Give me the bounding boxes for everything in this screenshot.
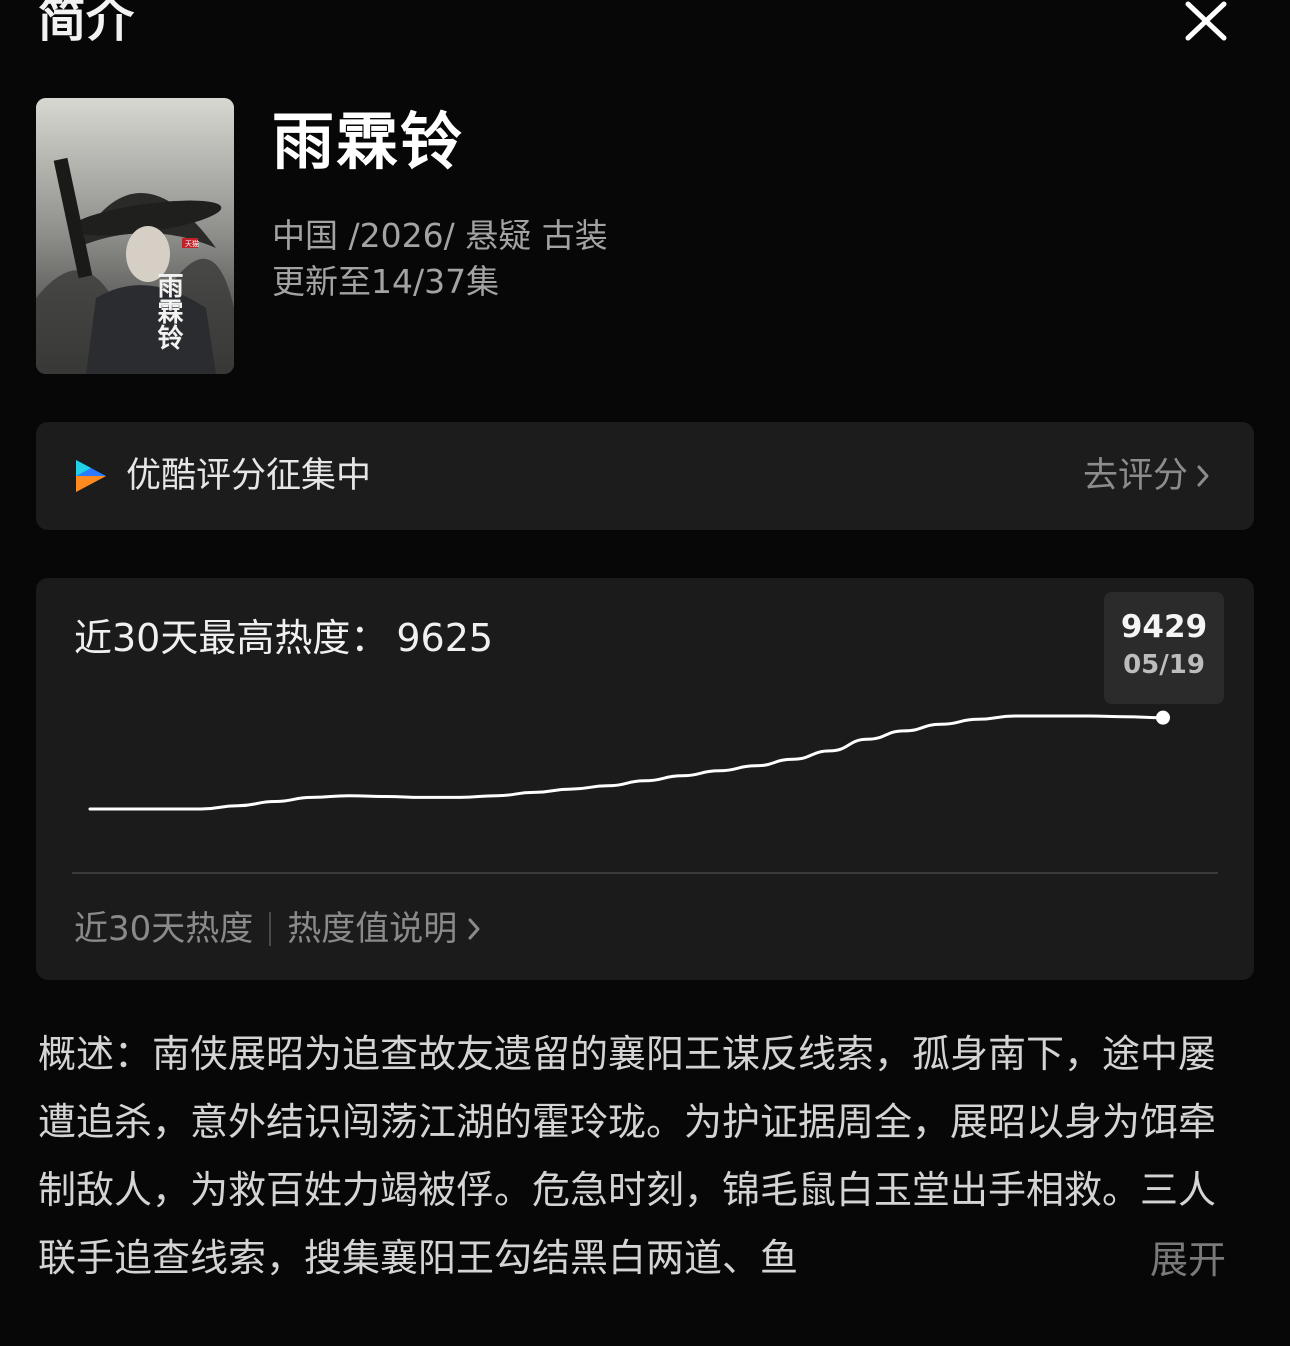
- expand-button[interactable]: 展开: [1144, 1226, 1227, 1294]
- synopsis-text: 概述：南侠展昭为追查故友遗留的襄阳王谋反线索，孤身南下，途中屡遭追杀，意外结识闯…: [38, 1032, 1217, 1280]
- heat-explain-label: 热度值说明: [287, 909, 458, 949]
- page-title: 简介: [38, 0, 135, 48]
- show-meta: 中国 /2026/ 悬疑 古装: [272, 216, 608, 255]
- poster-image[interactable]: 天猫 雨霖铃: [36, 98, 234, 374]
- highlight-point: [1156, 710, 1170, 725]
- series-line: [88, 714, 1165, 811]
- close-button[interactable]: [1176, 0, 1236, 46]
- heat-explain-link[interactable]: 热度值说明: [287, 906, 481, 952]
- chevron-right-icon: [468, 918, 480, 940]
- poster-badge: 天猫: [185, 239, 199, 248]
- chevron-right-icon: [1197, 465, 1209, 487]
- show-title: 雨霖铃: [272, 105, 465, 178]
- heat-footer: 近30天热度 热度值说明: [74, 906, 481, 952]
- heat-card: 近30天最高热度： 9625 9429 05/19 近30天热度 热度值说明: [36, 578, 1254, 980]
- close-icon: [1185, 1, 1227, 41]
- heat-chart[interactable]: [36, 578, 1254, 898]
- footer-divider: [269, 912, 272, 946]
- rating-label: 优酷评分征集中: [126, 456, 372, 496]
- youku-logo-icon: [76, 460, 106, 492]
- heat-footer-label: 近30天热度: [74, 909, 254, 949]
- go-rate-label: 去评分: [1082, 456, 1188, 496]
- episode-progress: 更新至14/37集: [272, 262, 500, 301]
- rating-card[interactable]: 优酷评分征集中 去评分: [36, 422, 1254, 530]
- poster-title-text: 雨霖铃: [153, 272, 183, 351]
- go-rate-button[interactable]: 去评分: [1083, 452, 1210, 500]
